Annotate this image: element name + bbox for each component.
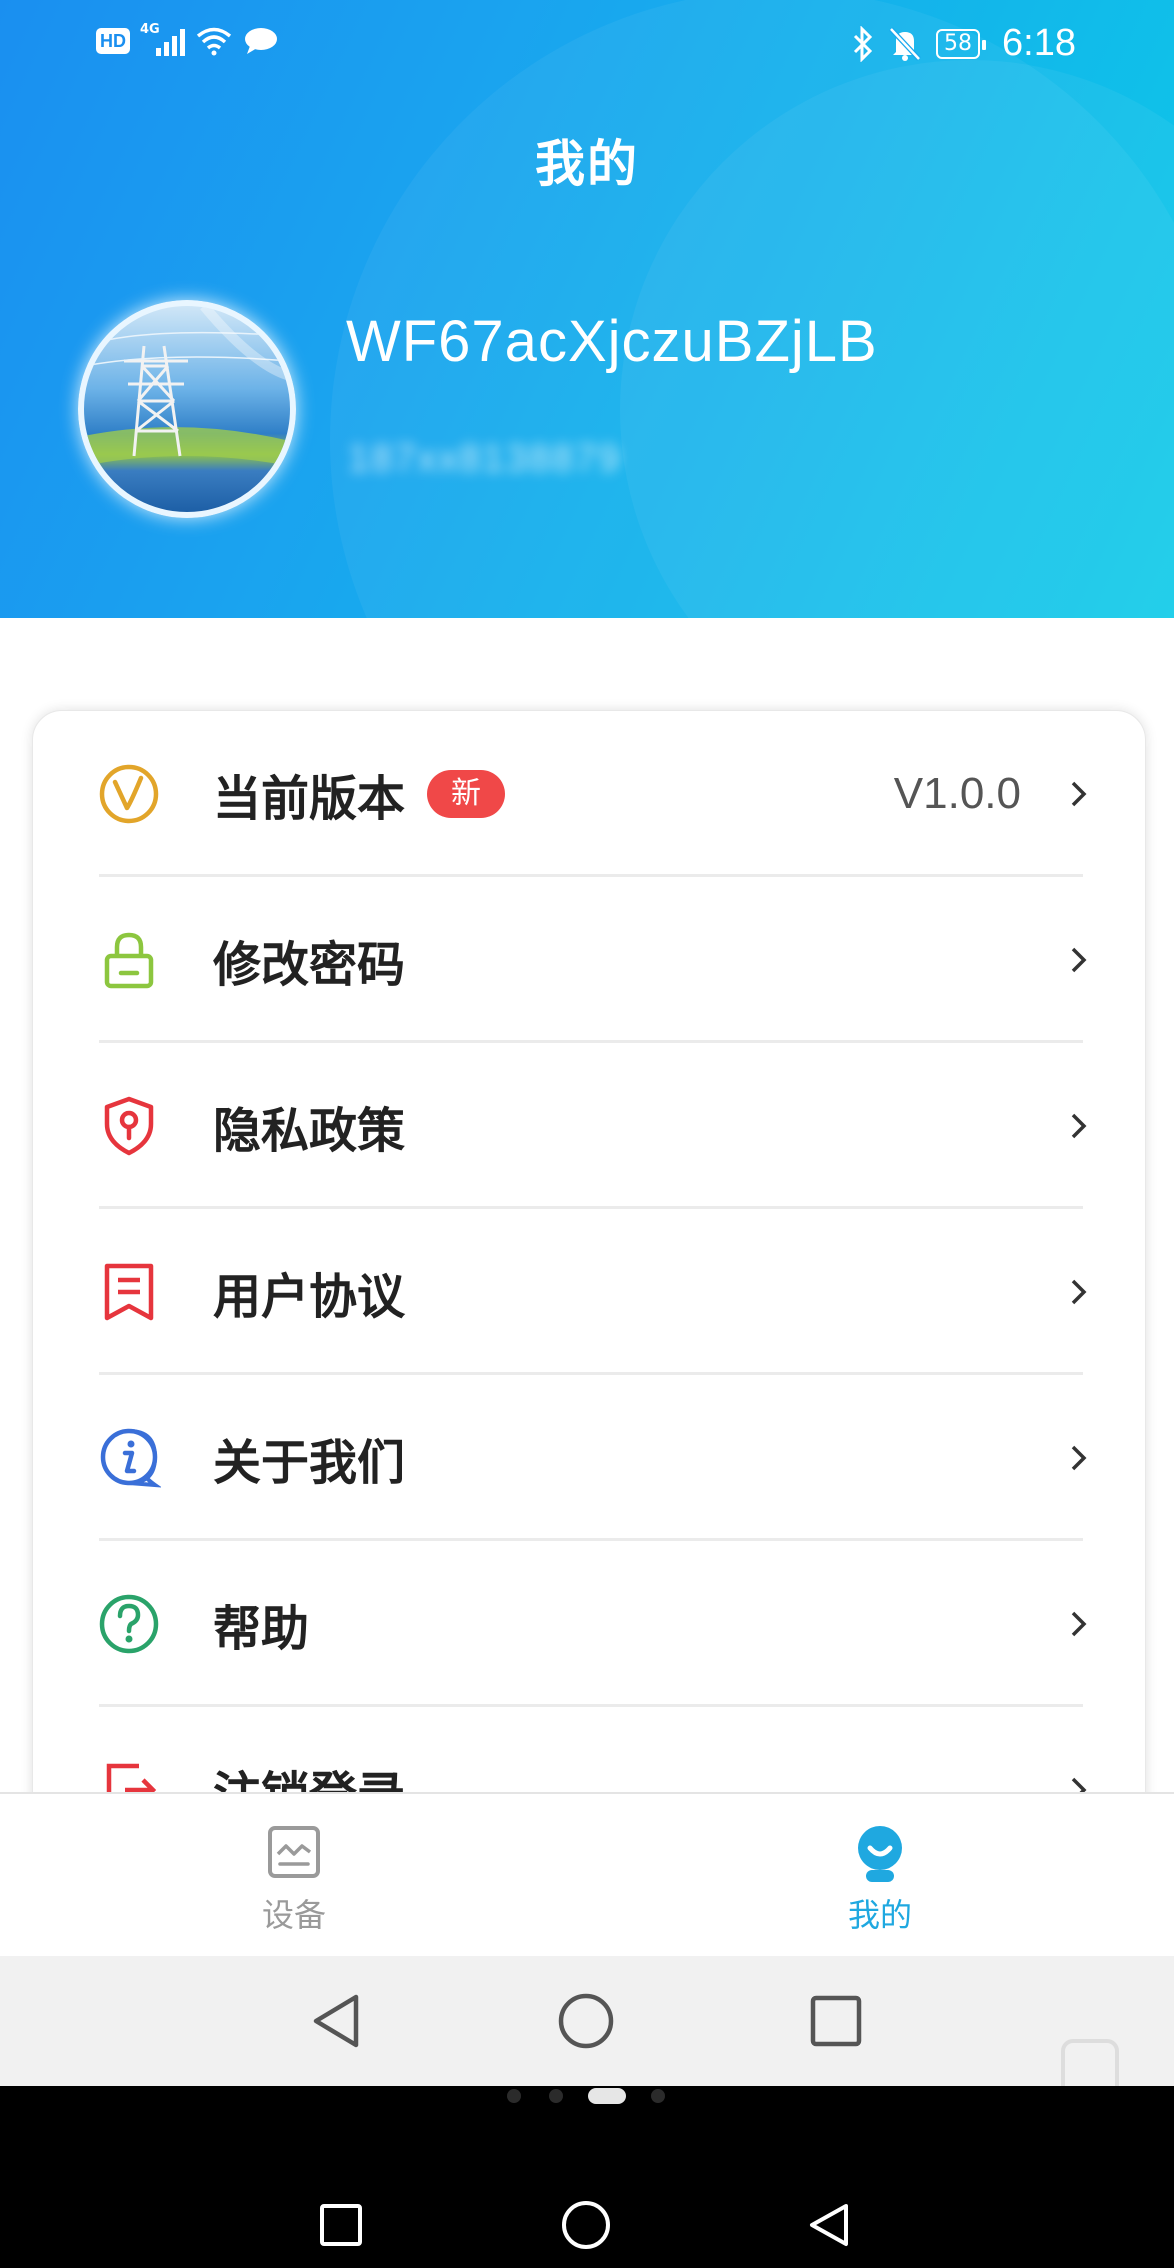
tab-label: 设备: [261, 1896, 326, 1934]
tab-profile[interactable]: 我的: [800, 1794, 960, 1958]
chevron-right-icon: [1071, 781, 1087, 807]
hd-icon: HD: [96, 28, 130, 54]
info-bubble-icon: [100, 1428, 161, 1488]
mute-bell-icon: [889, 26, 921, 61]
profile-header: HD 4G 58 6:18 我的 WF67acXjczuBZjLB 187xx8…: [0, 0, 1174, 618]
menu-item-label: 用户协议: [213, 1269, 406, 1325]
status-clock: 6:18: [1002, 22, 1076, 64]
tab-devices[interactable]: 设备: [214, 1794, 374, 1958]
menu-item-label: 修改密码: [213, 937, 406, 993]
home-icon: [562, 2201, 610, 2249]
profile-icon: [858, 1826, 902, 1882]
bluetooth-icon: [853, 25, 873, 62]
chevron-right-icon: [1071, 1445, 1087, 1471]
question-icon: [99, 1594, 159, 1654]
avatar[interactable]: [78, 300, 296, 518]
lock-icon: [104, 932, 154, 989]
bottom-tab-bar: 设备 我的: [0, 1792, 1174, 1956]
menu-item-privacy-policy[interactable]: 隐私政策: [33, 1043, 1147, 1209]
shield-icon: [104, 1096, 154, 1156]
back-icon[interactable]: [308, 1991, 364, 2051]
cellular-signal-icon: 4G: [140, 22, 185, 56]
message-icon: [245, 28, 277, 54]
floating-widget-icon[interactable]: [1060, 2038, 1120, 2086]
status-bar: HD 4G 58 6:18: [0, 0, 1174, 90]
battery-indicator: 58: [936, 28, 987, 59]
power-tower-image: [84, 306, 290, 466]
app-screen: HD 4G 58 6:18 我的 WF67acXjczuBZjLB 187xx8…: [0, 0, 1174, 2086]
back-icon: [810, 2204, 848, 2246]
page-title: 我的: [535, 135, 639, 193]
device-monitor-icon: [268, 1826, 320, 1878]
wifi-icon: [196, 27, 232, 56]
chevron-right-icon: [1071, 1611, 1087, 1637]
menu-item-about-us[interactable]: 关于我们: [33, 1375, 1147, 1541]
menu-item-version[interactable]: 当前版本 新 V1.0.0: [33, 711, 1147, 877]
phone-number: 187xx8138879: [348, 438, 622, 480]
version-v-icon: [99, 764, 159, 824]
menu-item-label: 隐私政策: [213, 1103, 406, 1159]
menu-item-label: 帮助: [213, 1601, 310, 1657]
bookmark-document-icon: [104, 1263, 154, 1321]
home-icon[interactable]: [556, 1991, 616, 2051]
page-indicator: [0, 2086, 1174, 2108]
tab-label: 我的: [847, 1896, 912, 1934]
menu-item-help[interactable]: 帮助: [33, 1541, 1147, 1707]
system-navigation-bar: [0, 2140, 1174, 2268]
chevron-right-icon: [1071, 947, 1087, 973]
version-value: V1.0.0: [893, 769, 1021, 818]
menu-item-change-password[interactable]: 修改密码: [33, 877, 1147, 1043]
inner-navigation-bar: [0, 1956, 1174, 2086]
recents-icon[interactable]: [808, 1991, 864, 2051]
username: WF67acXjczuBZjLB: [346, 309, 878, 374]
menu-item-user-agreement[interactable]: 用户协议: [33, 1209, 1147, 1375]
recents-icon: [320, 2204, 362, 2246]
new-badge: 新: [427, 770, 505, 818]
chevron-right-icon: [1071, 1279, 1087, 1305]
menu-item-label: 当前版本: [213, 771, 406, 827]
menu-item-label: 关于我们: [213, 1435, 406, 1491]
chevron-right-icon: [1071, 1113, 1087, 1139]
